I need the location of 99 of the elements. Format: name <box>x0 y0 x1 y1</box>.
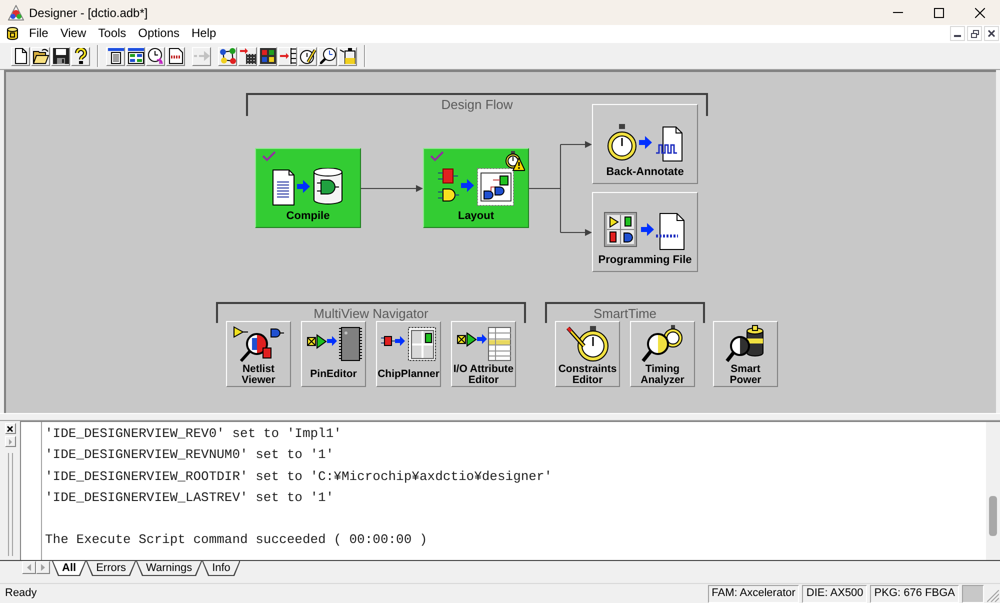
toolbar-button[interactable] <box>166 46 185 66</box>
close-icon <box>974 8 984 18</box>
log-line: 'IDE_DESIGNERVIEW_REV0' set to 'Impl1' <box>45 425 342 443</box>
arrow-list-icon <box>280 48 296 64</box>
menu-item[interactable]: View <box>54 26 92 41</box>
document-restore-button[interactable] <box>967 26 982 41</box>
flow-step-button[interactable]: Compile <box>255 148 361 228</box>
toolbar-button[interactable] <box>126 46 145 66</box>
tab-scroll-left-button[interactable] <box>22 561 36 574</box>
block-to-grid-icon <box>380 326 436 362</box>
minimize-icon <box>892 12 902 13</box>
magnifier-battery-icon <box>724 325 766 363</box>
chip-grid-icon <box>260 48 276 64</box>
flow-step-button[interactable]: Programming File <box>592 192 698 272</box>
status-pane: DIE: AX500 <box>802 584 868 602</box>
tab-scroll-right-button[interactable] <box>36 561 50 574</box>
log-tab[interactable]: Warnings <box>136 561 202 576</box>
tool-button[interactable]: Netlist Viewer <box>226 321 291 387</box>
tool-button[interactable]: Timing Analyzer <box>630 321 695 387</box>
battery-icon <box>340 48 356 64</box>
log-line: 'IDE_DESIGNERVIEW_LASTREV' set to '1' <box>45 488 334 507</box>
stopwatch-pencil-icon <box>300 48 316 64</box>
help-icon <box>72 48 88 64</box>
database-icon <box>7 27 18 40</box>
toolbar-button[interactable] <box>51 46 70 66</box>
app-logo-icon <box>8 4 24 20</box>
toolbar-button[interactable] <box>31 46 50 66</box>
chip-icon <box>240 48 256 64</box>
tool-button[interactable]: Constraints Editor <box>555 321 620 387</box>
restore-icon <box>970 30 978 38</box>
window-title: Designer - [dctio.adb*] <box>29 6 148 20</box>
menu-item[interactable]: Help <box>186 26 222 41</box>
toolbar-button[interactable] <box>298 46 317 66</box>
gates-to-table-icon <box>456 326 512 362</box>
tool-button[interactable]: ChipPlanner <box>376 321 441 387</box>
toolbar-button[interactable] <box>146 46 165 66</box>
toolbar-button[interactable] <box>258 46 277 66</box>
menu-item[interactable]: Options <box>132 26 186 41</box>
status-pane: FAM: Axcelerator <box>708 584 800 602</box>
toolbar-button[interactable] <box>238 46 257 66</box>
log-line: The Execute Script command succeeded ( 00:00:00 ) <box>45 531 428 550</box>
magnifier-icon <box>320 48 336 64</box>
empty-status-pane <box>962 584 984 602</box>
menu-item[interactable]: File <box>23 26 54 41</box>
toolbar-button[interactable] <box>71 46 90 66</box>
tool-button[interactable]: Smart Power <box>713 321 778 387</box>
close-icon <box>7 426 13 432</box>
caret-right-icon <box>8 438 12 444</box>
file-icon <box>168 48 184 64</box>
log-tab[interactable]: Info <box>202 561 240 576</box>
toolbar-button[interactable] <box>278 46 297 66</box>
document-close-button[interactable] <box>984 26 999 41</box>
gates-to-chip-icon <box>306 326 362 362</box>
caret-left-icon <box>27 564 31 571</box>
minimize-icon <box>954 35 961 37</box>
menu-item[interactable]: Tools <box>92 26 132 41</box>
flow-step-button[interactable]: Back-Annotate <box>592 104 698 184</box>
resize-grip-icon <box>987 590 999 602</box>
toolbar-button[interactable] <box>11 46 30 66</box>
group-title: MultiView Navigator <box>314 306 428 321</box>
panel-close-button[interactable] <box>4 423 16 434</box>
toolbar-button[interactable] <box>106 46 125 66</box>
magnifier-stopwatch-icon <box>640 325 684 363</box>
checkmark-icon <box>430 151 444 162</box>
caret-right-icon <box>41 564 45 571</box>
toolbar-button[interactable] <box>318 46 337 66</box>
flow-step-button[interactable]: Layout <box>423 148 529 228</box>
stopwatch-pencil-icon <box>566 325 610 363</box>
network-icon <box>220 48 236 64</box>
stopwatch-to-waveform-icon <box>607 124 683 162</box>
log-line: 'IDE_DESIGNERVIEW_REVNUM0' set to '1' <box>45 446 334 464</box>
magnifier-gates-icon <box>232 326 284 362</box>
folder-icon <box>32 48 48 64</box>
scrollbar-thumb[interactable] <box>989 496 997 536</box>
connector-arrow <box>360 185 423 192</box>
document-to-database-icon <box>272 168 344 206</box>
checkmark-icon <box>262 151 276 162</box>
document-icon <box>108 48 124 64</box>
arrow-icon <box>194 48 210 64</box>
grid-to-file-icon <box>604 212 686 250</box>
log-tab[interactable]: Errors <box>86 561 136 576</box>
close-icon <box>988 30 995 37</box>
tool-button[interactable]: I/O Attribute Editor <box>451 321 516 387</box>
grid-icon <box>128 48 144 64</box>
document-minimize-button[interactable] <box>950 26 965 41</box>
status-text: Ready <box>5 587 37 600</box>
toolbar-button[interactable] <box>218 46 237 66</box>
gates-to-board-icon <box>437 168 515 206</box>
clock-icon <box>148 48 164 64</box>
group-title: SmartTime <box>593 306 657 321</box>
maximize-icon <box>934 8 944 18</box>
log-tab[interactable]: All <box>52 561 86 576</box>
tool-button[interactable]: PinEditor <box>301 321 366 387</box>
toolbar-button[interactable] <box>338 46 357 66</box>
blank-page-icon <box>12 48 28 64</box>
panel-expand-button[interactable] <box>4 436 16 447</box>
status-pane: PKG: 676 FBGA <box>870 584 959 602</box>
log-line: 'IDE_DESIGNERVIEW_ROOTDIR' set to 'C:¥Microchip¥axdctio¥designer' <box>45 468 552 486</box>
group-title: Design Flow <box>441 97 513 112</box>
